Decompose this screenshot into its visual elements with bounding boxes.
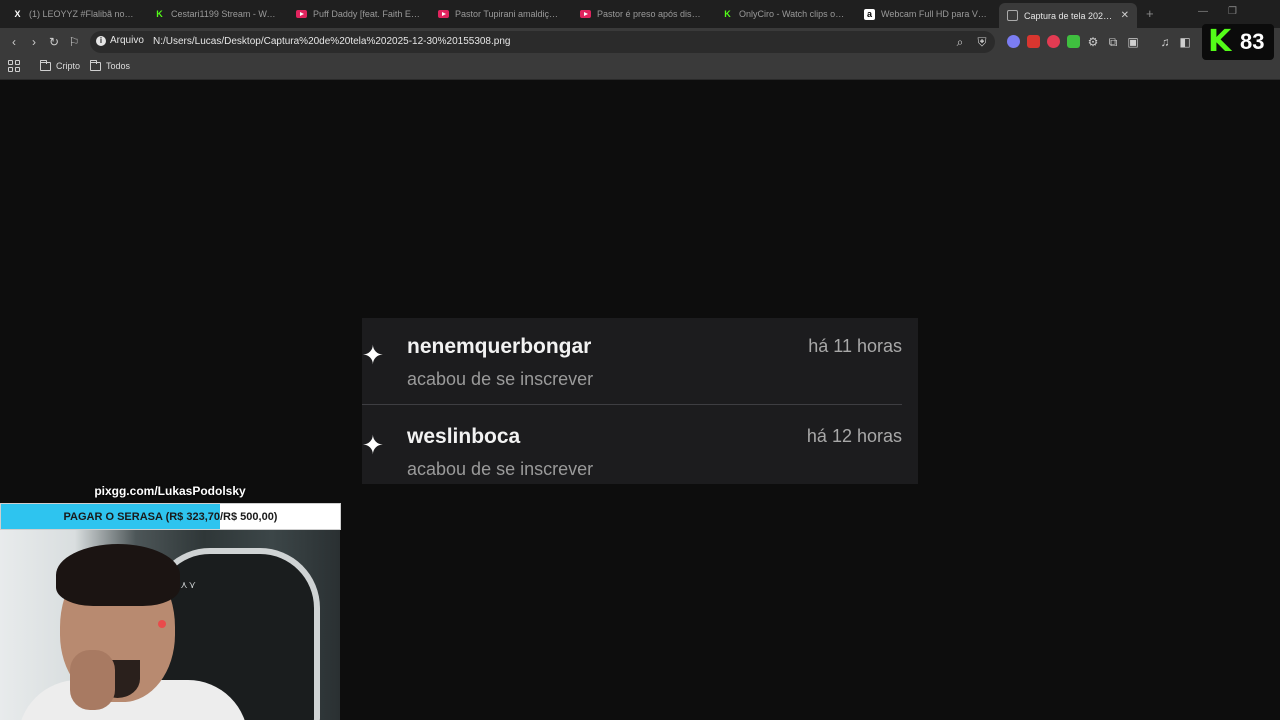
tab-strip: X (1) LEOYYZ #Flalibã no X: "Olhe K Cest… bbox=[0, 0, 1280, 28]
tab-puff-daddy[interactable]: Puff Daddy [feat. Faith Evans & bbox=[288, 3, 428, 25]
tab-title: Puff Daddy [feat. Faith Evans & bbox=[313, 9, 420, 19]
apps-grid-icon[interactable] bbox=[8, 60, 20, 72]
reload-icon[interactable]: ↻ bbox=[46, 34, 62, 50]
toolbar: ‹ › ↻ ⚐ i Arquivo N:/Users/Lucas/Desktop… bbox=[0, 28, 1280, 56]
info-icon: i bbox=[96, 35, 106, 46]
notification-item: ✦ nenemquerbongar há 11 horas acabou de … bbox=[362, 322, 918, 404]
notification-action: acabou de se inscrever bbox=[407, 459, 594, 479]
extension-red-pen-icon[interactable] bbox=[1027, 35, 1040, 48]
shield-icon[interactable]: ⛨ bbox=[974, 34, 990, 50]
site-info[interactable]: i Arquivo bbox=[96, 35, 144, 46]
url-text[interactable]: N:/Users/Lucas/Desktop/Captura%20de%20te… bbox=[153, 36, 510, 47]
tab-leoyyz[interactable]: X (1) LEOYYZ #Flalibã no X: "Olhe bbox=[4, 3, 144, 25]
bookmarks-bar: Cripto Todos bbox=[0, 56, 1280, 80]
globe-icon bbox=[1007, 10, 1018, 21]
tab-title: (1) LEOYYZ #Flalibã no X: "Olhe bbox=[29, 9, 136, 19]
earphone bbox=[158, 620, 166, 628]
kick-viewer-badge: K 83 bbox=[1202, 24, 1274, 60]
bookmark-icon[interactable]: ⚐ bbox=[66, 34, 82, 50]
kick-logo-icon: K bbox=[156, 9, 163, 19]
streamer-hand bbox=[70, 650, 115, 710]
notification-time: há 11 horas bbox=[808, 336, 902, 356]
kick-logo-icon: K bbox=[724, 9, 731, 19]
donation-goal-bar: PAGAR O SERASA (R$ 323,70/R$ 500,00) bbox=[0, 503, 341, 530]
folder-icon bbox=[40, 59, 51, 71]
amazon-icon: a bbox=[864, 8, 875, 20]
tab-onlyciro[interactable]: K OnlyCiro - Watch clips on Kick bbox=[714, 3, 854, 25]
notification-item: ✦ weslinboca há 12 horas acabou de se in… bbox=[362, 412, 918, 494]
bookmark-folder-cripto[interactable]: Cripto bbox=[40, 59, 81, 71]
minimize-icon[interactable]: — bbox=[1198, 6, 1208, 17]
webcam-feed: ⋎⋏⋎ bbox=[0, 530, 340, 720]
divider bbox=[362, 404, 902, 405]
tab-captura-active[interactable]: Captura de tela 2025-12-3 ✕ bbox=[999, 3, 1137, 28]
forward-icon[interactable]: › bbox=[26, 34, 42, 50]
youtube-icon bbox=[296, 10, 307, 18]
site-info-label: Arquivo bbox=[110, 35, 144, 46]
extension-green-icon[interactable] bbox=[1067, 35, 1080, 48]
youtube-icon bbox=[438, 10, 449, 18]
tab-title: Pastor é preso após discurso d bbox=[597, 9, 704, 19]
zoom-icon[interactable]: ⌕ bbox=[952, 34, 968, 50]
youtube-icon bbox=[580, 10, 591, 18]
screen: X (1) LEOYYZ #Flalibã no X: "Olhe K Cest… bbox=[0, 0, 1280, 720]
media-icon[interactable]: ♫ bbox=[1157, 34, 1173, 50]
viewer-count: 83 bbox=[1240, 29, 1265, 54]
extensions-puzzle-icon[interactable]: ⧉ bbox=[1105, 34, 1121, 50]
tab-webcam[interactable]: a Webcam Full HD para Videoco bbox=[856, 3, 996, 25]
x-logo-icon: X bbox=[14, 9, 21, 19]
extension-purple-icon[interactable] bbox=[1007, 35, 1020, 48]
extension-gear-icon[interactable]: ⚙ bbox=[1085, 34, 1101, 50]
tab-cestari[interactable]: K Cestari1199 Stream - Watch Liv bbox=[146, 3, 286, 25]
streamer-hair bbox=[56, 544, 180, 606]
sparkle-icon: ✦ bbox=[362, 340, 384, 370]
back-icon[interactable]: ‹ bbox=[6, 34, 22, 50]
sidebar-icon[interactable]: ◧ bbox=[1177, 34, 1193, 50]
address-bar[interactable]: i Arquivo N:/Users/Lucas/Desktop/Captura… bbox=[90, 31, 995, 53]
tab-title: Webcam Full HD para Videoco bbox=[881, 9, 988, 19]
subscriber-notifications: ✦ nenemquerbongar há 11 horas acabou de … bbox=[362, 318, 918, 484]
tab-title: Cestari1199 Stream - Watch Liv bbox=[171, 9, 278, 19]
sparkle-icon: ✦ bbox=[362, 430, 384, 460]
new-tab-icon[interactable]: + bbox=[1146, 6, 1154, 21]
tab-pastor-tupirani[interactable]: Pastor Tupirani amaldiçoa a Re bbox=[430, 3, 570, 25]
screenshot-icon[interactable]: ▣ bbox=[1125, 34, 1141, 50]
notification-time: há 12 horas bbox=[806, 426, 902, 446]
bookmark-folder-todos[interactable]: Todos bbox=[90, 59, 131, 71]
tab-title: Pastor Tupirani amaldiçoa a Re bbox=[455, 9, 562, 19]
notification-action: acabou de se inscrever bbox=[407, 369, 594, 389]
extension-pinterest-icon[interactable] bbox=[1047, 35, 1060, 48]
goal-text: PAGAR O SERASA (R$ 323,70/R$ 500,00) bbox=[63, 510, 278, 523]
folder-icon bbox=[90, 59, 101, 71]
restore-icon[interactable]: ❐ bbox=[1228, 6, 1237, 17]
tab-pastor-preso[interactable]: Pastor é preso após discurso d bbox=[572, 3, 712, 25]
notification-username: nenemquerbongar bbox=[407, 335, 592, 358]
close-tab-icon[interactable]: ✕ bbox=[1121, 10, 1129, 21]
bookmark-label: Todos bbox=[106, 61, 131, 71]
donation-url: pixgg.com/LukasPodolsky bbox=[94, 484, 246, 498]
kick-logo-icon: K bbox=[1208, 24, 1232, 59]
bookmark-label: Cripto bbox=[56, 61, 81, 71]
tab-title: OnlyCiro - Watch clips on Kick bbox=[739, 9, 846, 19]
notification-username: weslinboca bbox=[407, 425, 521, 448]
tab-title: Captura de tela 2025-12-3 bbox=[1024, 10, 1115, 21]
